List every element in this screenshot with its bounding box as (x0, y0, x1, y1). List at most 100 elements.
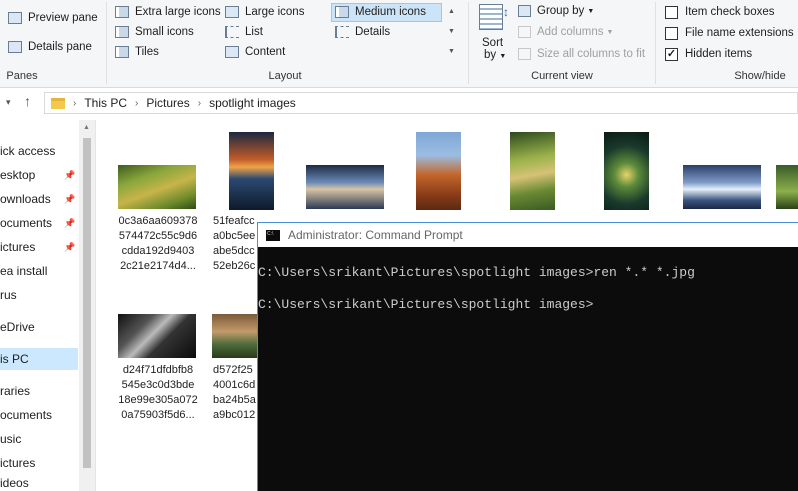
command-prompt-window[interactable]: Administrator: Command Prompt C:\Users\s… (257, 222, 798, 491)
large-icons-label: Large icons (245, 6, 305, 18)
file-thumbnail[interactable] (776, 165, 798, 209)
file-thumbnail[interactable] (212, 314, 257, 358)
details-icon (335, 26, 349, 38)
size-columns-icon (518, 48, 531, 60)
nav-item-lib-documents[interactable]: ocuments (0, 404, 78, 426)
layout-scroll-up[interactable]: ▲ (446, 2, 457, 22)
file-thumbnail[interactable] (118, 314, 196, 358)
cmd-title-bar[interactable]: Administrator: Command Prompt (258, 223, 798, 247)
file-thumbnail[interactable] (118, 165, 196, 209)
chevron-right-icon: › (73, 97, 77, 109)
nav-label: ictures (0, 240, 36, 254)
cmd-output-line: C:\Users\srikant\Pictures\spotlight imag… (258, 265, 695, 280)
large-icons-button[interactable]: Large icons (225, 3, 304, 21)
nav-item-this-pc[interactable]: is PC (0, 348, 78, 370)
cmd-prompt-line[interactable]: C:\Users\srikant\Pictures\spotlight imag… (258, 297, 593, 312)
details-pane-label: Details pane (28, 41, 92, 53)
tiles-label: Tiles (135, 46, 159, 58)
show-hide-group-label: Show/hide (734, 70, 786, 82)
details-label: Details (355, 26, 391, 38)
extra-large-icons-button[interactable]: Extra large icons (115, 3, 221, 21)
nav-item-lib-pictures[interactable]: ictures (0, 452, 78, 474)
sort-by-label: by (484, 49, 497, 61)
nav-item-desktop[interactable]: esktop 📌 (0, 164, 78, 186)
item-checkboxes-label: Item check boxes (685, 6, 775, 18)
layout-expand[interactable]: ▼ (446, 42, 457, 62)
checked-checkbox-icon: ✓ (665, 47, 678, 61)
file-thumbnail[interactable] (229, 132, 274, 210)
file-thumbnail[interactable] (306, 165, 384, 209)
address-bar[interactable]: › This PC › Pictures › spotlight images (44, 92, 798, 114)
nav-item-quick-access[interactable]: ick access (0, 140, 78, 162)
nav-scrollbar[interactable]: ▲ (79, 120, 95, 491)
add-columns-button[interactable]: Add columns ▼ (518, 23, 613, 41)
nav-item-onedrive[interactable]: eDrive (0, 316, 78, 338)
tiles-button[interactable]: Tiles (115, 43, 159, 61)
folder-icon (51, 97, 65, 109)
recent-locations-icon[interactable]: ▾ (6, 97, 11, 108)
file-name[interactable]: 0c3a6aa609378 574472c55c9d6 cdda192d9403… (110, 214, 206, 274)
breadcrumb-pictures[interactable]: Pictures (146, 96, 189, 110)
nav-label: ocuments (0, 216, 53, 230)
layout-scroll-down[interactable]: ▼ (446, 22, 457, 42)
file-thumbnail[interactable] (416, 132, 461, 210)
file-extensions-toggle[interactable]: File name extensions (665, 24, 794, 42)
file-name[interactable]: d24f71dfdbfb8 545e3c0d3bde 18e99e305a072… (110, 363, 206, 423)
details-pane-button[interactable]: Details pane (8, 38, 92, 56)
details-button[interactable]: Details (335, 23, 390, 41)
add-columns-label: Add columns (537, 26, 604, 38)
file-thumbnail[interactable] (604, 132, 649, 210)
separator (106, 2, 107, 84)
details-pane-icon (8, 41, 22, 53)
medium-icons-button[interactable]: Medium icons (335, 3, 426, 21)
file-thumbnail[interactable] (510, 132, 555, 210)
content-label: Content (245, 46, 286, 58)
sort-label: Sort (482, 37, 504, 49)
scroll-up-icon[interactable]: ▲ (83, 124, 90, 131)
separator (468, 2, 469, 84)
preview-pane-button[interactable]: Preview pane (8, 9, 98, 27)
sort-by-button[interactable]: Sort by ▼ (482, 37, 506, 61)
nav-item-videos[interactable]: ideos (0, 476, 78, 491)
content-icon (225, 46, 239, 58)
panes-group-label: Panes (6, 70, 38, 82)
list-button[interactable]: List (225, 23, 263, 41)
nav-item-documents[interactable]: ocuments 📌 (0, 212, 78, 234)
preview-pane-label: Preview pane (28, 12, 98, 24)
small-icons-button[interactable]: Small icons (115, 23, 194, 41)
nav-item-libraries[interactable]: raries (0, 380, 78, 402)
breadcrumb-this-pc[interactable]: This PC (84, 96, 127, 110)
checkbox-icon (665, 26, 678, 40)
checkbox-icon (665, 5, 678, 19)
group-by-label: Group by (537, 5, 585, 17)
list-label: List (245, 26, 263, 38)
nav-item-pictures[interactable]: ictures 📌 (0, 236, 78, 258)
size-all-columns-button[interactable]: Size all columns to fit (518, 45, 645, 63)
item-checkboxes-toggle[interactable]: Item check boxes (665, 3, 774, 21)
navigation-pane: ick access esktop 📌 ownloads 📌 ocuments 📌 i… (0, 120, 96, 491)
file-thumbnail[interactable] (683, 165, 761, 209)
hidden-items-toggle[interactable]: ✓ Hidden items (665, 45, 752, 63)
file-extensions-label: File name extensions (685, 27, 794, 39)
breadcrumb-spotlight-images[interactable]: spotlight images (209, 96, 296, 110)
chevron-down-icon: ▼ (606, 28, 614, 36)
ribbon: Preview pane Details pane Panes Extra la… (0, 0, 798, 88)
nav-item-downloads[interactable]: ownloads 📌 (0, 188, 78, 210)
up-arrow-icon[interactable]: ↑ (24, 93, 31, 109)
extra-large-icons-label: Extra large icons (135, 6, 221, 18)
content-button[interactable]: Content (225, 43, 285, 61)
add-columns-icon (518, 26, 531, 38)
cmd-icon (266, 229, 280, 241)
nav-item-music[interactable]: usic (0, 428, 78, 450)
group-by-icon (518, 5, 531, 17)
nav-item-idea-install[interactable]: ea install (0, 260, 78, 282)
layout-group-label: Layout (268, 70, 302, 82)
pin-icon: 📌 (64, 218, 76, 228)
small-icons-label: Small icons (135, 26, 194, 38)
nav-label: ownloads (0, 192, 51, 206)
chevron-down-icon: ▼ (499, 53, 507, 60)
scrollbar-thumb[interactable] (83, 138, 91, 468)
group-by-button[interactable]: Group by ▼ (518, 2, 594, 20)
pin-icon: 📌 (64, 170, 76, 180)
nav-item-virus[interactable]: rus (0, 284, 78, 306)
